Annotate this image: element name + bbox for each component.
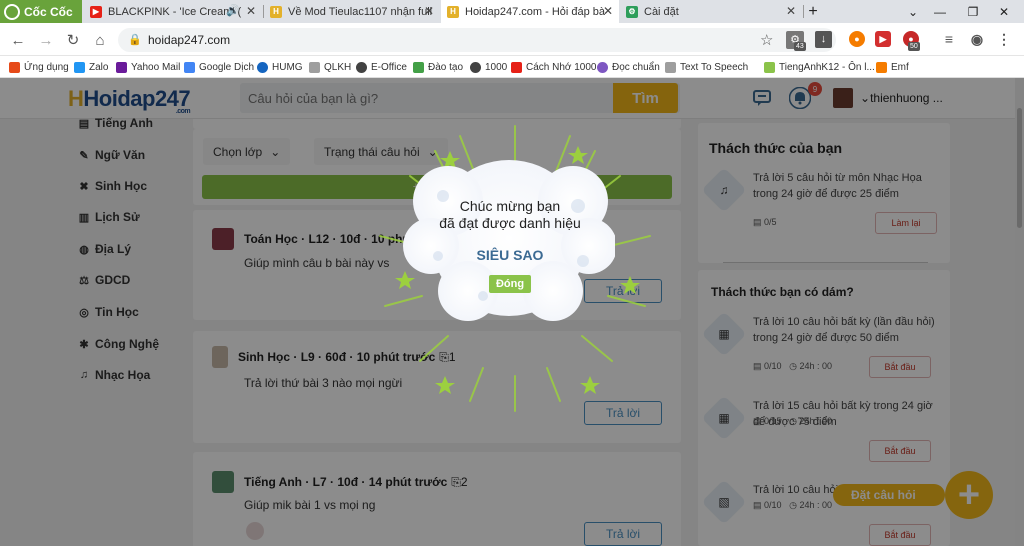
bookmark-label: Đọc chuẩn <box>612 61 660 73</box>
bookmark-zalo[interactable]: Zalo <box>74 56 108 78</box>
page-content: HHoidap247.com Tìm 9 ⌄thienhuong ... ▤Ti… <box>0 78 1024 546</box>
bookmarks-bar: Ứng dụng Zalo Yahoo Mail Google Dịch HUM… <box>0 56 1024 78</box>
tab-settings[interactable]: ⚙ Cài đặt ✕ <box>620 0 802 23</box>
reload-icon[interactable]: ↻ <box>63 30 83 50</box>
new-tab-button[interactable]: + <box>796 0 830 23</box>
close-modal-button[interactable]: Đóng <box>489 275 531 293</box>
apps-grid-icon <box>9 61 20 73</box>
bookmark-label: Google Dịch <box>199 61 255 73</box>
tienganhk12-icon <box>764 61 775 73</box>
bookmark-google-translate[interactable]: Google Dịch <box>184 56 254 78</box>
bookmark-cachnho[interactable]: Cách Nhớ 1000 <box>511 56 597 78</box>
bookmark-emf[interactable]: Emf <box>876 56 909 78</box>
tab-title: Về Mod Tieulac1107 nhận full <box>288 5 433 18</box>
humg-icon <box>257 61 268 73</box>
tab-blackpink[interactable]: ▶ BLACKPINK - 'Ice Cream' ( 🔊 ✕ <box>84 0 262 23</box>
bookmark-eoffice[interactable]: E-Office <box>356 56 407 78</box>
address-bar[interactable]: 🔒 hoidap247.com ☆ ⚙ ↓ <box>118 28 836 52</box>
extension-badge: 43 <box>794 42 806 51</box>
browser-tab-bar: Cốc Cốc ▶ BLACKPINK - 'Ice Cream' ( 🔊 ✕ … <box>0 0 1024 23</box>
ask-question-label[interactable]: Đặt câu hỏi <box>833 484 945 506</box>
globe-icon <box>470 61 481 73</box>
page-icon <box>665 61 676 73</box>
globe-icon <box>356 61 367 73</box>
bookmark-yahoo[interactable]: Yahoo Mail <box>116 56 180 78</box>
bookmark-tienganhk12[interactable]: TiengAnhK12 - Ôn l... <box>764 56 875 78</box>
bookmark-daotao[interactable]: Đào tạo <box>413 56 463 78</box>
bookmark-label: Zalo <box>89 61 109 73</box>
bookmark-label: Text To Speech <box>680 61 749 73</box>
yahoo-icon <box>116 61 127 73</box>
modal-line-2: đã đạt được danh hiệu <box>439 215 581 231</box>
bookmark-tts[interactable]: Text To Speech <box>665 56 748 78</box>
modal-message: Chúc mừng bạn đã đạt được danh hiệu <box>420 198 600 232</box>
close-icon[interactable]: ✕ <box>424 4 434 18</box>
bookmark-docchuan[interactable]: Đọc chuẩn <box>597 56 660 78</box>
extension-badge: 50 <box>908 42 920 51</box>
close-icon[interactable]: ✕ <box>786 4 796 18</box>
bookmark-label: HUMG <box>272 61 303 73</box>
google-translate-icon <box>184 61 195 73</box>
browser-brand-label: Cốc Cốc <box>24 4 73 19</box>
page-icon <box>309 61 320 73</box>
tab-title: Hoidap247.com - Hỏi đáp bà <box>465 5 606 18</box>
lock-icon: 🔒 <box>128 34 142 46</box>
modal-line-1: Chúc mừng bạn <box>459 198 561 214</box>
rank-title: SIÊU SAO <box>476 247 544 263</box>
bookmark-label: QLKH <box>324 61 352 73</box>
docchuan-icon <box>597 61 608 73</box>
bookmark-label: Ứng dụng <box>24 61 69 73</box>
bookmark-star-icon[interactable]: ☆ <box>760 31 773 49</box>
bookmark-label: Yahoo Mail <box>131 61 181 73</box>
coccoc-extension-icon[interactable]: ● <box>849 31 865 47</box>
bookmark-label: TiengAnhK12 - Ôn l... <box>779 61 875 73</box>
hoidap-icon: H <box>447 5 459 18</box>
youtube-icon <box>511 61 522 73</box>
profile-icon[interactable]: ◉ <box>969 31 985 47</box>
forward-icon[interactable]: → <box>36 30 56 50</box>
menu-icon[interactable]: ⋮ <box>996 31 1012 47</box>
coccoc-logo-icon <box>4 3 20 20</box>
tab-mod[interactable]: H Về Mod Tieulac1107 nhận full ✕ <box>264 0 440 23</box>
back-icon[interactable]: ← <box>8 30 28 50</box>
savior-icon[interactable]: ▶ <box>875 31 891 47</box>
tab-title: Cài đặt <box>644 5 679 18</box>
close-window-button[interactable]: ✕ <box>984 0 1024 23</box>
add-question-button[interactable]: + <box>945 471 993 519</box>
tab-title: BLACKPINK - 'Ice Cream' ( <box>108 5 242 18</box>
playlist-icon[interactable]: ≡ <box>941 31 957 47</box>
emf-icon <box>876 61 887 73</box>
tab-hoidap[interactable]: H Hoidap247.com - Hỏi đáp bà ✕ <box>441 0 619 23</box>
speaker-icon[interactable]: 🔊 <box>226 4 240 17</box>
plus-icon: + <box>957 473 981 516</box>
bookmark-label: Emf <box>891 61 909 73</box>
youtube-icon: ▶ <box>90 5 102 18</box>
close-icon[interactable]: ✕ <box>603 4 613 18</box>
url-text[interactable]: hoidap247.com <box>148 33 230 47</box>
zalo-icon <box>74 61 85 73</box>
congratulation-modal <box>403 160 615 321</box>
bookmark-1000[interactable]: 1000 <box>470 56 507 78</box>
close-icon[interactable]: ✕ <box>246 4 256 18</box>
bookmark-label: Đào tạo <box>428 61 464 73</box>
download-icon[interactable]: ↓ <box>815 31 832 48</box>
hoidap-icon: H <box>270 5 282 18</box>
bookmark-label: E-Office <box>371 61 407 73</box>
daotao-icon <box>413 61 424 73</box>
bookmark-humg[interactable]: HUMG <box>257 56 303 78</box>
settings-icon: ⚙ <box>626 5 638 18</box>
bookmark-label: 1000 <box>485 61 508 73</box>
browser-brand[interactable]: Cốc Cốc <box>0 0 82 23</box>
bookmark-apps[interactable]: Ứng dụng <box>9 56 69 78</box>
home-icon[interactable]: ⌂ <box>90 30 110 50</box>
bookmark-label: Cách Nhớ 1000 <box>526 61 597 73</box>
bookmark-qlkh[interactable]: QLKH <box>309 56 351 78</box>
